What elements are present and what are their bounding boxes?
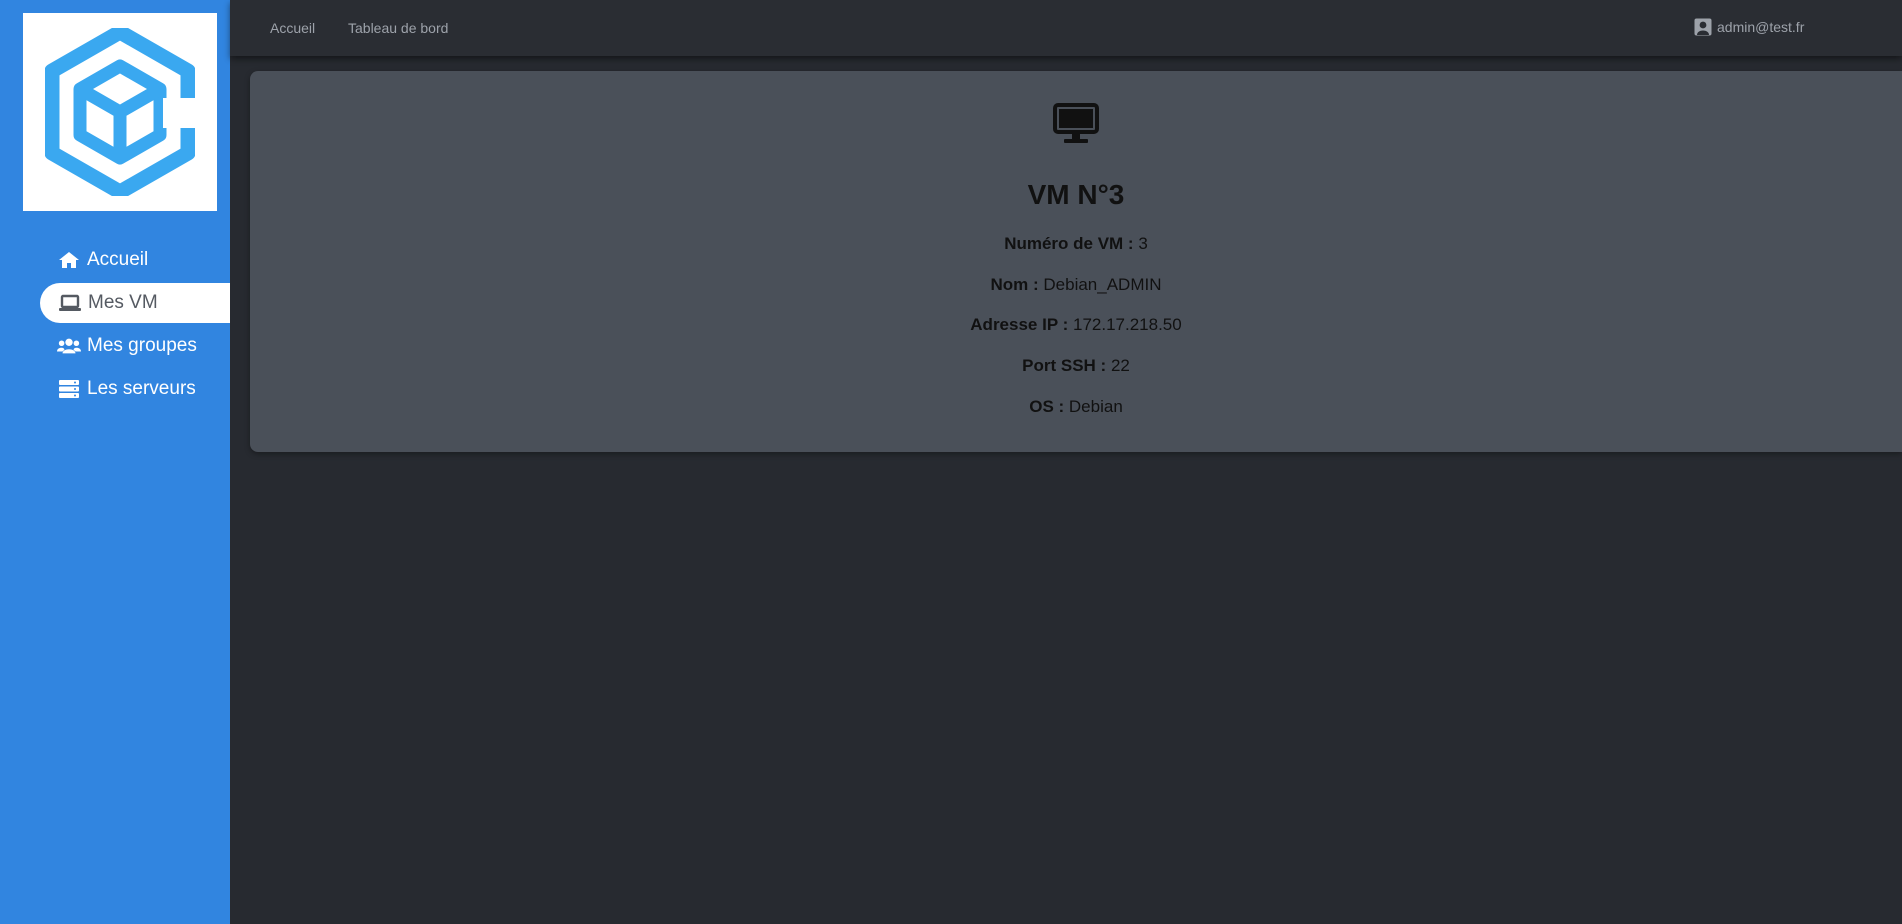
field-value: 22 xyxy=(1110,356,1130,375)
field-value: 172.17.218.50 xyxy=(1072,315,1182,334)
top-navbar: Accueil Tableau de bord admin@test.fr xyxy=(230,0,1902,56)
sidebar-item-label: Accueil xyxy=(87,249,149,270)
field-value: 3 xyxy=(1138,234,1148,253)
sidebar-item-les-serveurs[interactable]: Les serveurs xyxy=(57,369,227,409)
vm-field-port-ssh: Port SSH : 22 xyxy=(250,356,1902,376)
server-icon xyxy=(57,379,81,399)
vm-field-nom: Nom : Debian_ADMIN xyxy=(250,275,1902,295)
sidebar-item-label: Les serveurs xyxy=(87,378,196,399)
sidebar-item-label: Mes VM xyxy=(88,292,158,313)
vm-field-adresse-ip: Adresse IP : 172.17.218.50 xyxy=(250,315,1902,335)
field-value: Debian_ADMIN xyxy=(1043,275,1162,294)
field-value: Debian xyxy=(1068,397,1123,416)
sidebar: Accueil Mes VM Mes groupes Les serveurs xyxy=(0,0,230,924)
sidebar-item-label: Mes groupes xyxy=(87,335,197,356)
topnav-link-tableau-de-bord[interactable]: Tableau de bord xyxy=(348,20,448,36)
vm-field-os: OS : Debian xyxy=(250,397,1902,417)
field-label: Nom : xyxy=(990,275,1039,294)
user-menu[interactable]: admin@test.fr xyxy=(1694,18,1804,36)
logo[interactable] xyxy=(23,13,217,211)
field-label: OS : xyxy=(1029,397,1065,416)
vm-title: VM N°3 xyxy=(1027,179,1125,210)
field-label: Port SSH : xyxy=(1022,356,1107,375)
field-label: Adresse IP : xyxy=(970,315,1069,334)
users-icon xyxy=(57,336,81,356)
home-icon xyxy=(57,250,81,270)
laptop-icon xyxy=(58,293,82,313)
sidebar-item-accueil[interactable]: Accueil xyxy=(57,240,227,280)
sidebar-item-mes-vm[interactable]: Mes VM xyxy=(40,283,230,323)
desktop-icon xyxy=(1053,103,1099,150)
vm-field-numero: Numéro de VM : 3 xyxy=(250,234,1902,254)
user-email: admin@test.fr xyxy=(1717,19,1805,35)
vm-detail-card: VM N°3 Numéro de VM : 3 Nom : Debian_ADM… xyxy=(250,71,1902,452)
user-icon xyxy=(1694,18,1712,36)
cube-logo-icon xyxy=(45,28,195,196)
sidebar-item-mes-groupes[interactable]: Mes groupes xyxy=(57,326,227,366)
field-label: Numéro de VM : xyxy=(1004,234,1134,253)
topnav-link-accueil[interactable]: Accueil xyxy=(270,20,315,36)
